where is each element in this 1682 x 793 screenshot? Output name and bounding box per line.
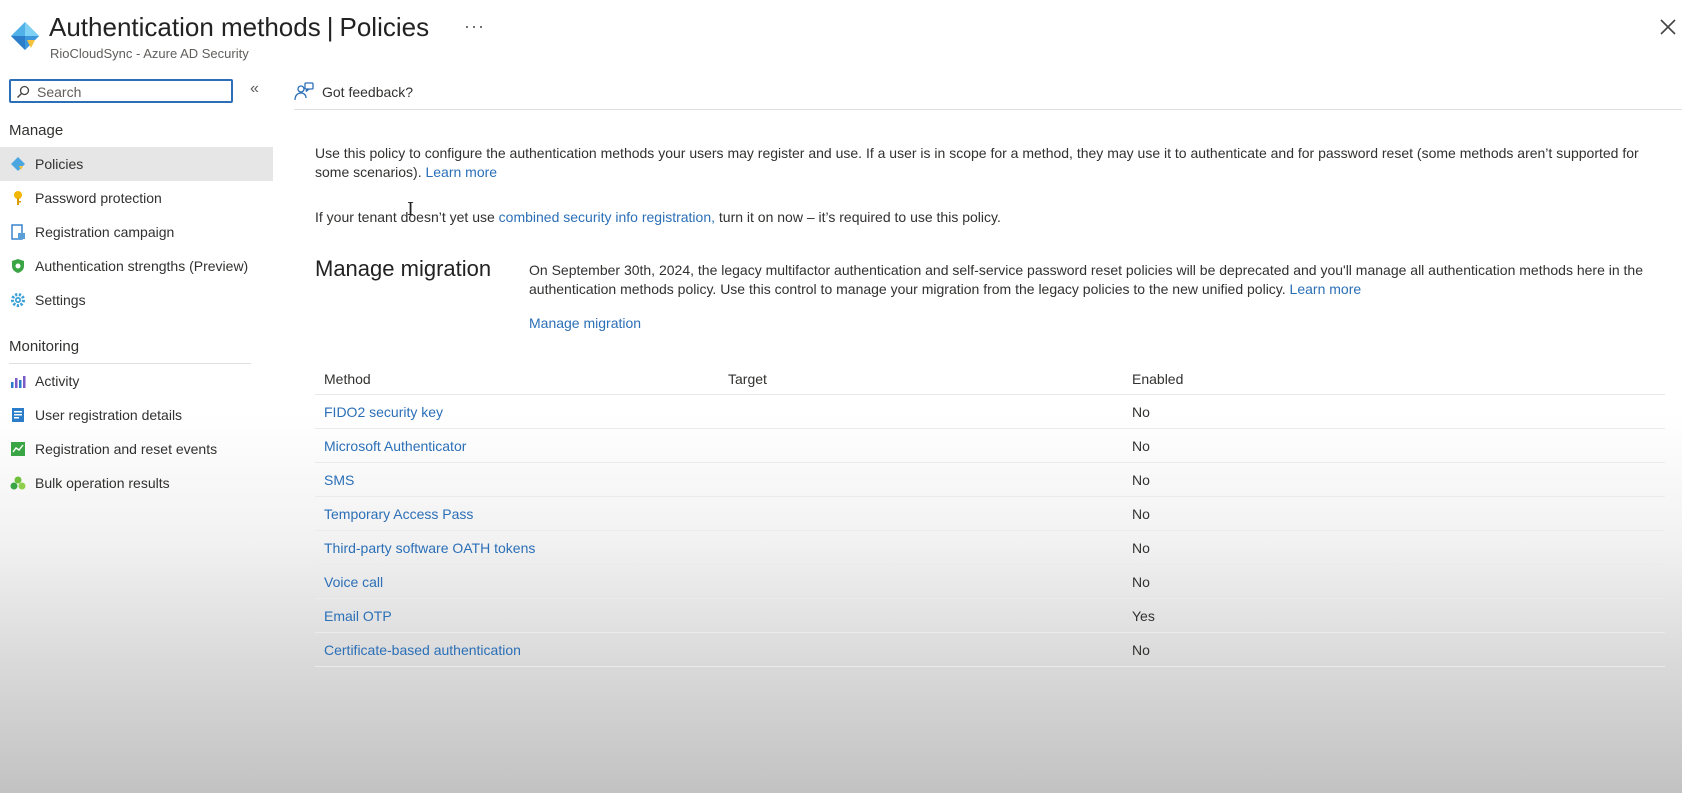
column-header-enabled[interactable]: Enabled: [1123, 364, 1665, 395]
authentication-methods-logo-icon: [11, 22, 39, 50]
method-link-fido2[interactable]: FIDO2 security key: [324, 404, 443, 420]
table-row: Voice call No: [315, 564, 1665, 599]
table-row: Email OTP Yes: [315, 598, 1665, 633]
sidebar-item-settings[interactable]: Settings: [0, 283, 273, 317]
target-cell: [719, 428, 1123, 463]
target-cell: [719, 496, 1123, 531]
migration-learn-more-link[interactable]: Learn more: [1290, 281, 1362, 297]
sidebar-item-user-registration-details[interactable]: User registration details: [0, 398, 273, 432]
sidebar-item-label: Authentication strengths (Preview): [35, 258, 249, 274]
enabled-cell: No: [1123, 462, 1665, 497]
policy-description-text: Use this policy to configure the authent…: [315, 145, 1639, 180]
sidebar-item-authentication-strengths[interactable]: Authentication strengths (Preview): [0, 249, 273, 283]
authentication-methods-table: Method Target Enabled FIDO2 security key…: [315, 364, 1665, 667]
title-main: Authentication methods: [49, 12, 321, 42]
learn-more-link[interactable]: Learn more: [425, 164, 497, 180]
target-cell: [719, 394, 1123, 429]
collapse-sidebar-button[interactable]: «: [250, 80, 259, 98]
sidebar-item-label: Registration campaign: [35, 224, 175, 240]
search-input[interactable]: [35, 82, 229, 102]
blade-header: Authentication methods | Policies RioCloud…: [0, 0, 1682, 70]
enabled-cell: No: [1123, 632, 1665, 667]
shield-icon: [10, 258, 26, 274]
title-separator: |: [326, 12, 334, 42]
sidebar-item-activity[interactable]: Activity: [0, 364, 273, 398]
table-row: SMS No: [315, 462, 1665, 497]
sidebar-item-label: Activity: [35, 373, 80, 389]
table-row: Microsoft Authenticator No: [315, 428, 1665, 463]
method-link-voice-call[interactable]: Voice call: [324, 574, 383, 590]
page-subtitle: RioCloudSync - Azure AD Security: [50, 46, 249, 61]
table-header-row: Method Target Enabled: [315, 364, 1665, 395]
enabled-cell: No: [1123, 394, 1665, 429]
key-icon: [10, 190, 26, 206]
sidebar-item-password-protection[interactable]: Password protection: [0, 181, 273, 215]
toolbar-divider: [294, 109, 1682, 110]
notice-text-before: If your tenant doesn’t yet use: [315, 209, 495, 225]
notice-text-after: turn it on now – it’s required to use th…: [718, 209, 1001, 225]
method-link-email-otp[interactable]: Email OTP: [324, 608, 392, 624]
feedback-icon: [294, 82, 314, 101]
user-details-icon: [10, 407, 26, 423]
sidebar-item-policies[interactable]: Policies: [0, 147, 273, 181]
target-cell: [719, 530, 1123, 565]
policy-description: Use this policy to configure the authent…: [315, 144, 1645, 182]
sidebar-item-label: Registration and reset events: [35, 441, 218, 457]
title-page: Policies: [339, 12, 430, 42]
enabled-cell: No: [1123, 496, 1665, 531]
method-link-oath-tokens[interactable]: Third-party software OATH tokens: [324, 540, 535, 556]
manage-migration-heading: Manage migration: [315, 256, 492, 281]
page-title: Authentication methods | Policies: [49, 12, 429, 43]
campaign-icon: [10, 224, 26, 240]
events-icon: [10, 441, 26, 457]
sidebar-item-label: Password protection: [35, 190, 162, 206]
enabled-cell: No: [1123, 564, 1665, 599]
sidebar-item-registration-and-reset-events[interactable]: Registration and reset events: [0, 432, 273, 466]
text-cursor-icon: I: [407, 199, 415, 220]
target-cell: [719, 462, 1123, 497]
manage-migration-link[interactable]: Manage migration: [529, 315, 641, 331]
sidebar-item-registration-campaign[interactable]: Registration campaign: [0, 215, 273, 249]
target-cell: [719, 564, 1123, 599]
enabled-cell: Yes: [1123, 598, 1665, 633]
bulk-results-icon: [10, 475, 26, 491]
column-header-method[interactable]: Method: [315, 364, 719, 395]
method-link-microsoft-authenticator[interactable]: Microsoft Authenticator: [324, 438, 466, 454]
enabled-cell: No: [1123, 428, 1665, 463]
sidebar-item-label: Settings: [35, 292, 86, 308]
bar-chart-icon: [10, 373, 26, 389]
close-icon[interactable]: [1657, 16, 1679, 38]
section-title-manage: Manage: [9, 122, 64, 139]
enabled-cell: No: [1123, 530, 1665, 565]
table-row: FIDO2 security key No: [315, 394, 1665, 429]
combined-registration-notice: If your tenant doesn’t yet use combined …: [315, 208, 1215, 227]
sidebar-item-label: Bulk operation results: [35, 475, 170, 491]
method-link-certificate-based-auth[interactable]: Certificate-based authentication: [324, 642, 521, 658]
gear-icon: [10, 292, 26, 308]
target-cell: [719, 598, 1123, 633]
search-icon: [17, 85, 30, 98]
combined-security-info-link[interactable]: combined security info registration,: [499, 209, 715, 225]
method-link-temporary-access-pass[interactable]: Temporary Access Pass: [324, 506, 473, 522]
section-title-monitoring: Monitoring: [9, 338, 80, 355]
migration-description-text: On September 30th, 2024, the legacy mult…: [529, 262, 1643, 297]
feedback-label: Got feedback?: [322, 84, 414, 100]
table-row: Certificate-based authentication No: [315, 632, 1665, 667]
method-link-sms[interactable]: SMS: [324, 472, 354, 488]
sidebar-item-bulk-operation-results[interactable]: Bulk operation results: [0, 466, 273, 500]
sidebar-item-label: Policies: [35, 156, 84, 172]
target-cell: [719, 632, 1123, 667]
got-feedback-button[interactable]: Got feedback?: [294, 76, 413, 108]
table-row: Temporary Access Pass No: [315, 496, 1665, 531]
migration-description: On September 30th, 2024, the legacy mult…: [529, 261, 1649, 299]
column-header-target[interactable]: Target: [719, 364, 1123, 395]
diamond-policy-icon: [10, 156, 26, 172]
search-box[interactable]: [9, 79, 233, 103]
more-options-button[interactable]: ···: [464, 16, 485, 37]
table-row: Third-party software OATH tokens No: [315, 530, 1665, 565]
sidebar-item-label: User registration details: [35, 407, 183, 423]
